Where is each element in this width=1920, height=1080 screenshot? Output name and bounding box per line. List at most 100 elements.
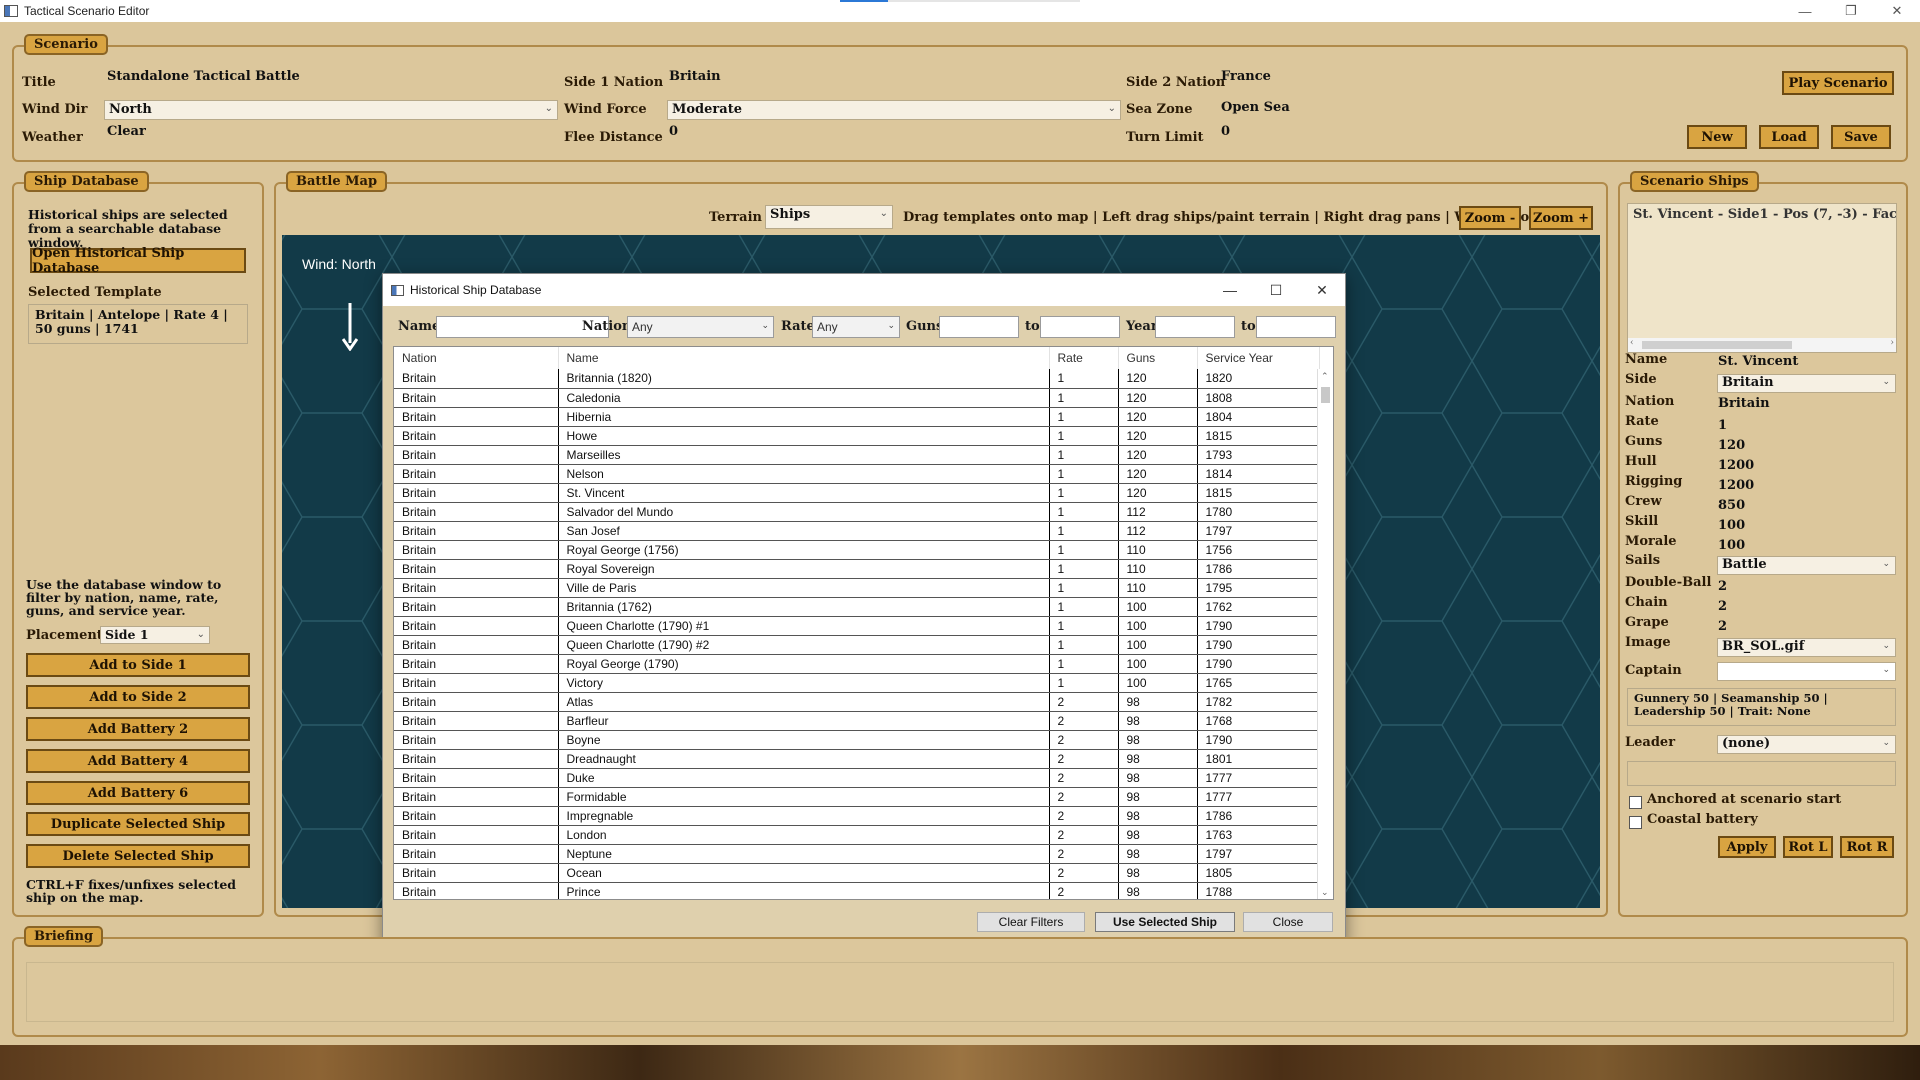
list-horizontal-scrollbar[interactable]: ‹ ›	[1628, 338, 1896, 352]
table-row[interactable]: Britain Victory 1 100 1765	[394, 673, 1320, 693]
table-row[interactable]: Britain Marseilles 1 120 1793	[394, 445, 1320, 465]
table-row[interactable]: Britain Prince 2 98 1788	[394, 882, 1320, 899]
table-row[interactable]: Britain San Josef 1 112 1797	[394, 521, 1320, 541]
close-icon[interactable]: ✕	[1874, 0, 1920, 22]
filter-nation-select[interactable]: Any ⌄	[627, 316, 774, 338]
prop-name-value[interactable]: St. Vincent	[1718, 354, 1798, 369]
zoom-out-button[interactable]: Zoom -	[1459, 206, 1521, 230]
placement-select[interactable]: Side 1 ⌄	[100, 626, 210, 644]
add-to-side2-button[interactable]: Add to Side 2	[26, 685, 250, 709]
grid-column-header[interactable]: Nation	[394, 347, 559, 369]
prop-skill-value[interactable]: 100	[1718, 518, 1745, 533]
grid-column-header[interactable]: Name	[558, 347, 1050, 369]
flee-distance-value[interactable]: 0	[669, 124, 678, 139]
zoom-in-button[interactable]: Zoom +	[1529, 206, 1593, 230]
new-button[interactable]: New	[1687, 125, 1747, 149]
filter-rate-select[interactable]: Any ⌄	[812, 316, 900, 338]
table-row[interactable]: Britain Howe 1 120 1815	[394, 426, 1320, 446]
restore-icon[interactable]: ❐	[1828, 0, 1874, 22]
scenario-ships-list[interactable]: St. Vincent - Side1 - Pos (7, -3) - Faci…	[1627, 203, 1897, 353]
weather-value[interactable]: Clear	[107, 124, 146, 139]
table-row[interactable]: Britain Boyne 2 98 1790	[394, 730, 1320, 750]
apply-button[interactable]: Apply	[1718, 836, 1776, 858]
table-row[interactable]: Britain St. Vincent 1 120 1815	[394, 483, 1320, 503]
filter-year-min-input[interactable]	[1155, 316, 1235, 338]
table-row[interactable]: Britain Duke 2 98 1777	[394, 768, 1320, 788]
minimize-icon[interactable]: —	[1782, 0, 1828, 22]
prop-guns-value[interactable]: 120	[1718, 438, 1745, 453]
table-row[interactable]: Britain Britannia (1762) 1 100 1762	[394, 597, 1320, 617]
table-row[interactable]: Britain Queen Charlotte (1790) #1 1 100 1790	[394, 616, 1320, 636]
table-row[interactable]: Britain Neptune 2 98 1797	[394, 844, 1320, 864]
wind-force-select[interactable]: Moderate ⌄	[667, 100, 1121, 120]
coastal-battery-checkbox[interactable]	[1629, 816, 1642, 829]
turn-limit-value[interactable]: 0	[1221, 124, 1230, 139]
table-row[interactable]: Britain Formidable 2 98 1777	[394, 787, 1320, 807]
prop-morale-value[interactable]: 100	[1718, 538, 1745, 553]
filter-year-max-input[interactable]	[1256, 316, 1336, 338]
prop-leader-select[interactable]: (none) ⌄	[1717, 735, 1896, 754]
ship-results-grid[interactable]: Nation Name Rate Guns Service Year Britain Br…	[393, 346, 1334, 900]
use-selected-ship-button[interactable]: Use Selected Ship	[1095, 912, 1235, 932]
table-row[interactable]: Britain Ville de Paris 1 110 1795	[394, 578, 1320, 598]
table-row[interactable]: Britain London 2 98 1763	[394, 825, 1320, 845]
dialog-maximize-icon[interactable]: ☐	[1253, 274, 1299, 306]
add-to-side1-button[interactable]: Add to Side 1	[26, 653, 250, 677]
table-row[interactable]: Britain Royal Sovereign 1 110 1786	[394, 559, 1320, 579]
prop-captain-select[interactable]: ⌄	[1717, 662, 1896, 681]
prop-rate-value[interactable]: 1	[1718, 418, 1727, 433]
scroll-up-icon[interactable]: ⌃	[1321, 371, 1329, 382]
prop-hull-value[interactable]: 1200	[1718, 458, 1754, 473]
sea-zone-value[interactable]: Open Sea	[1221, 100, 1290, 115]
table-row[interactable]: Britain Hibernia 1 120 1804	[394, 407, 1320, 427]
delete-ship-button[interactable]: Delete Selected Ship	[26, 844, 250, 868]
grid-column-header[interactable]: Guns	[1118, 347, 1198, 369]
prop-crew-value[interactable]: 850	[1718, 498, 1745, 513]
dialog-close-icon[interactable]: ✕	[1299, 274, 1345, 306]
wind-dir-select[interactable]: North ⌄	[104, 100, 558, 120]
prop-double-ball-value[interactable]: 2	[1718, 579, 1727, 594]
play-scenario-button[interactable]: Play Scenario	[1782, 71, 1894, 95]
grid-column-header[interactable]: Rate	[1049, 347, 1119, 369]
close-button[interactable]: Close	[1243, 912, 1333, 932]
briefing-textarea[interactable]	[26, 962, 1894, 1022]
scroll-thumb[interactable]	[1321, 387, 1330, 403]
add-battery2-button[interactable]: Add Battery 2	[26, 717, 250, 741]
prop-side-select[interactable]: Britain ⌄	[1717, 374, 1896, 393]
prop-sails-select[interactable]: Battle ⌄	[1717, 556, 1896, 575]
duplicate-ship-button[interactable]: Duplicate Selected Ship	[26, 812, 250, 836]
prop-grape-value[interactable]: 2	[1718, 619, 1727, 634]
table-row[interactable]: Britain Royal George (1756) 1 110 1756	[394, 540, 1320, 560]
table-row[interactable]: Britain Queen Charlotte (1790) #2 1 100 1790	[394, 635, 1320, 655]
save-button[interactable]: Save	[1831, 125, 1891, 149]
side1-value[interactable]: Britain	[669, 69, 721, 84]
table-row[interactable]: Britain Salvador del Mundo 1 112 1780	[394, 502, 1320, 522]
add-battery4-button[interactable]: Add Battery 4	[26, 749, 250, 773]
filter-guns-max-input[interactable]	[1040, 316, 1120, 338]
table-row[interactable]: Britain Britannia (1820) 1 120 1820	[394, 369, 1320, 389]
prop-nation-value[interactable]: Britain	[1718, 396, 1770, 411]
prop-rigging-value[interactable]: 1200	[1718, 478, 1754, 493]
table-row[interactable]: Britain Nelson 1 120 1814	[394, 464, 1320, 484]
table-row[interactable]: Britain Atlas 2 98 1782	[394, 692, 1320, 712]
scroll-down-icon[interactable]: ⌄	[1321, 887, 1329, 898]
open-ship-database-button[interactable]: Open Historical Ship Database	[30, 246, 246, 276]
anchored-checkbox[interactable]	[1629, 796, 1642, 809]
table-row[interactable]: Britain Impregnable 2 98 1786	[394, 806, 1320, 826]
scenario-ship-list-item[interactable]: St. Vincent - Side1 - Pos (7, -3) - Faci…	[1628, 204, 1896, 225]
table-row[interactable]: Britain Barfleur 2 98 1768	[394, 711, 1320, 731]
filter-guns-min-input[interactable]	[939, 316, 1019, 338]
dialog-minimize-icon[interactable]: —	[1207, 274, 1253, 306]
rotate-left-button[interactable]: Rot L	[1783, 836, 1833, 858]
title-value[interactable]: Standalone Tactical Battle	[107, 69, 300, 84]
grid-column-header[interactable]: Service Year	[1197, 347, 1320, 369]
table-row[interactable]: Britain Ocean 2 98 1805	[394, 863, 1320, 883]
add-battery6-button[interactable]: Add Battery 6	[26, 781, 250, 805]
table-row[interactable]: Britain Royal George (1790) 1 100 1790	[394, 654, 1320, 674]
table-row[interactable]: Britain Caledonia 1 120 1808	[394, 388, 1320, 408]
table-row[interactable]: Britain Dreadnaught 2 98 1801	[394, 749, 1320, 769]
prop-chain-value[interactable]: 2	[1718, 599, 1727, 614]
prop-image-select[interactable]: BR_SOL.gif ⌄	[1717, 638, 1896, 657]
rotate-right-button[interactable]: Rot R	[1840, 836, 1894, 858]
terrain-select[interactable]: Ships ⌄	[765, 205, 893, 229]
